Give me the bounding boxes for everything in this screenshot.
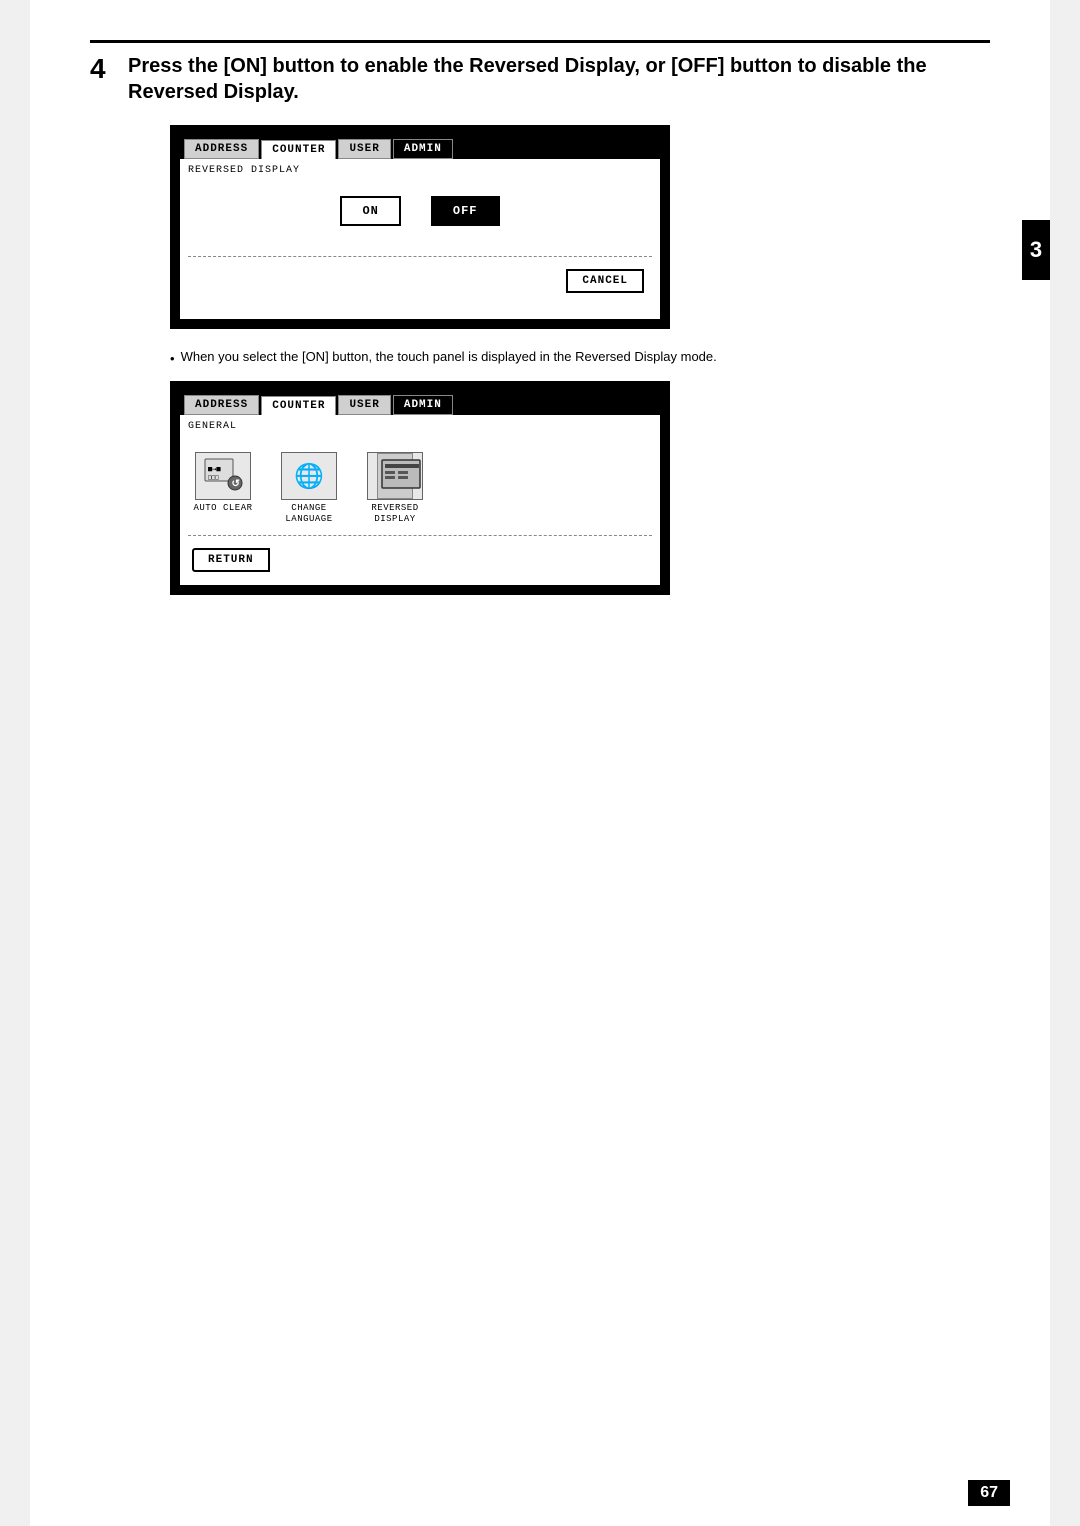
step-title: Press the [ON] button to enable the Reve… [128, 53, 990, 105]
screen2-bottom-bar: RETURN [188, 544, 652, 576]
icon-item-change-language[interactable]: 🌐 CHANGELANGUAGE [274, 452, 344, 525]
bullet-dot: • [170, 351, 175, 366]
return-button[interactable]: RETURN [192, 548, 270, 572]
bullet-note: • When you select the [ON] button, the t… [170, 349, 990, 366]
tab-admin-1[interactable]: ADMIN [393, 139, 453, 159]
cancel-button[interactable]: CANCEL [566, 269, 644, 293]
tab-counter-2[interactable]: COUNTER [261, 396, 336, 415]
tab-user-2[interactable]: USER [338, 395, 390, 415]
off-button[interactable]: OFF [431, 196, 500, 226]
screen2-mockup: ADDRESS COUNTER USER ADMIN GENERAL [170, 381, 670, 595]
page-content: 3 4 Press the [ON] button to enable the … [30, 0, 1050, 1526]
reversed-display-icon [377, 453, 413, 499]
screen2-tab-bar: ADDRESS COUNTER USER ADMIN [180, 391, 660, 415]
reversed-display-icon-box [367, 452, 423, 500]
step-number: 4 [90, 53, 120, 85]
screen1-inner: ADDRESS COUNTER USER ADMIN REVERSED DISP… [180, 135, 660, 319]
screen1-section-label: REVERSED DISPLAY [188, 165, 652, 176]
side-tab: 3 [1022, 220, 1050, 280]
globe-icon: 🌐 [294, 462, 324, 491]
svg-text:↺: ↺ [232, 478, 240, 489]
svg-text:■→■: ■→■ [208, 465, 221, 473]
screen2-inner: ADDRESS COUNTER USER ADMIN GENERAL [180, 391, 660, 585]
tab-user-1[interactable]: USER [338, 139, 390, 159]
auto-clear-icon-box: ■→■ □□□ ↺ [195, 452, 251, 500]
page-number: 67 [968, 1480, 1010, 1506]
screen2-section-label: GENERAL [188, 421, 652, 432]
side-tab-number: 3 [1030, 237, 1042, 263]
screen1-body: REVERSED DISPLAY ON OFF CANCEL [180, 159, 660, 319]
screen2-icon-row: ■→■ □□□ ↺ AUTO CLEAR 🌐 [188, 452, 652, 525]
step-header: 4 Press the [ON] button to enable the Re… [90, 40, 990, 105]
tab-admin-2[interactable]: ADMIN [393, 395, 453, 415]
screen1-bottom-bar: CANCEL [188, 265, 652, 297]
change-language-icon-box: 🌐 [281, 452, 337, 500]
tab-address-1[interactable]: ADDRESS [184, 139, 259, 159]
svg-text:□□□: □□□ [208, 474, 219, 481]
auto-clear-label: AUTO CLEAR [193, 503, 252, 514]
icon-item-auto-clear[interactable]: ■→■ □□□ ↺ AUTO CLEAR [188, 452, 258, 525]
bullet-text: When you select the [ON] button, the tou… [181, 349, 717, 364]
tab-counter-1[interactable]: COUNTER [261, 140, 336, 159]
tab-address-2[interactable]: ADDRESS [184, 395, 259, 415]
screen2-body: GENERAL ■→■ □□□ ↺ [180, 415, 660, 585]
screen1-tab-bar: ADDRESS COUNTER USER ADMIN [180, 135, 660, 159]
on-button[interactable]: ON [340, 196, 400, 226]
screen1-divider [188, 256, 652, 257]
screen1-button-row: ON OFF [188, 196, 652, 226]
screen1-mockup: ADDRESS COUNTER USER ADMIN REVERSED DISP… [170, 125, 670, 329]
auto-clear-icon: ■→■ □□□ ↺ [203, 457, 243, 496]
screen2-divider [188, 535, 652, 536]
reversed-display-label: REVERSEDDISPLAY [371, 503, 418, 525]
icon-item-reversed-display[interactable]: REVERSEDDISPLAY [360, 452, 430, 525]
change-language-label: CHANGELANGUAGE [285, 503, 332, 525]
